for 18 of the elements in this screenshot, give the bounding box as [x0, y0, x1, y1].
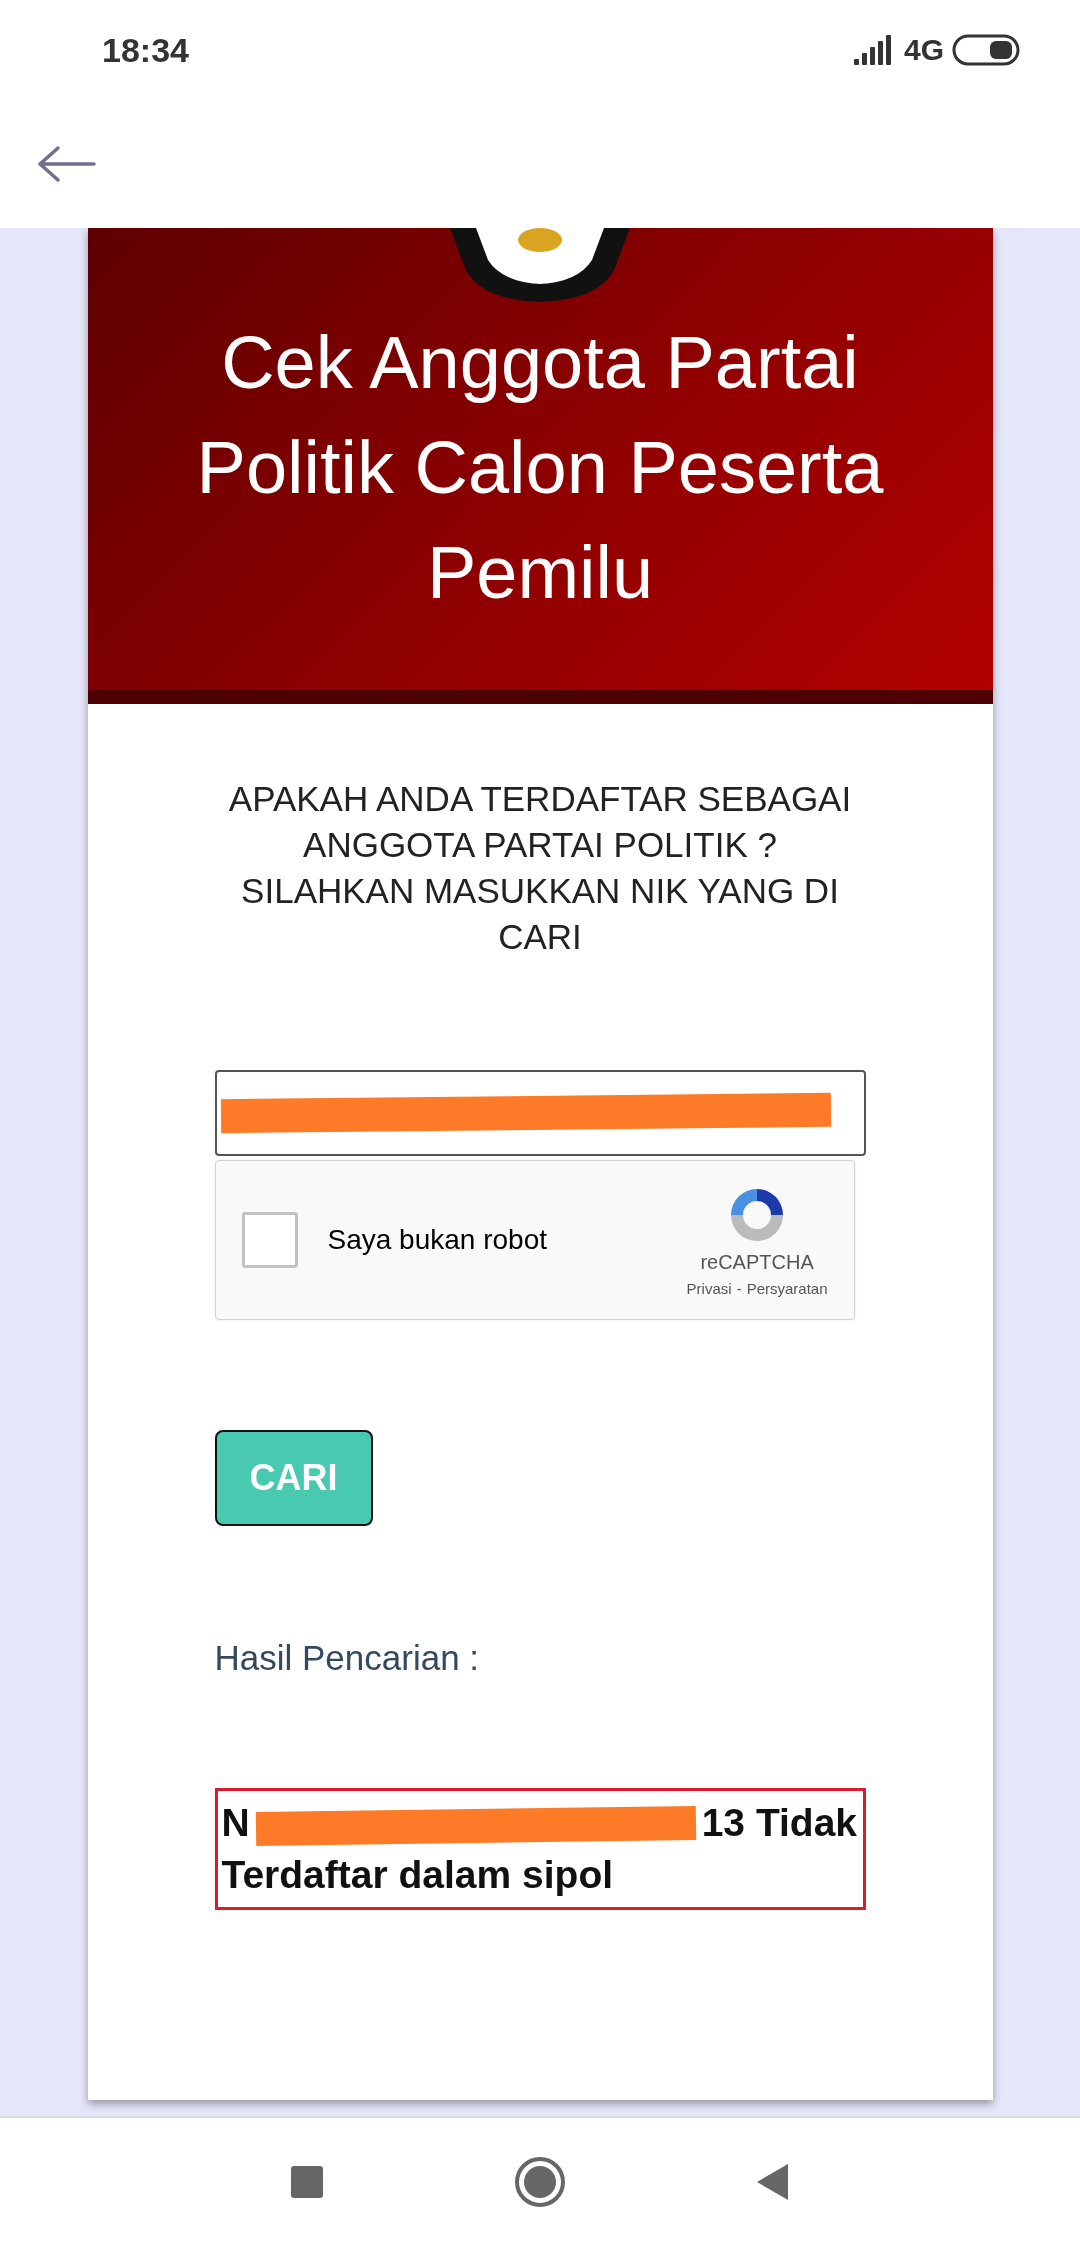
recaptcha-brand: reCAPTCHA [700, 1251, 814, 1274]
captcha-label: Saya bukan robot [327, 1224, 548, 1256]
recent-apps-icon[interactable] [290, 2165, 324, 2199]
link-separator: - [736, 1280, 742, 1297]
terms-link[interactable]: Persyaratan [746, 1280, 828, 1297]
home-icon[interactable] [514, 2156, 566, 2208]
battery-icon [952, 34, 1020, 66]
page-title: Cek Anggota Partai Politik Calon Peserta Pemilu [195, 320, 885, 616]
network-type: 4G [903, 33, 944, 67]
privacy-link[interactable]: Privasi [686, 1280, 732, 1297]
back-arrow-icon[interactable] [36, 144, 96, 184]
captcha-checkbox[interactable] [241, 1212, 298, 1268]
status-time: 18:34 [102, 30, 189, 70]
nik-input-field[interactable] [214, 1070, 866, 1156]
instruction-text: APAKAH ANDA TERDAFTAR SEBAGAI ANGGOTA PARTAI POLITIK ? SILAHKAN MASUKKAN NIK YANG DI CARI [227, 778, 853, 958]
result-heading: Hasil Pencarian : [214, 1638, 481, 1678]
back-icon[interactable] [756, 2163, 790, 2201]
result-text: N 13 Tidak Terdaftar dalam sipol [221, 1800, 859, 1898]
